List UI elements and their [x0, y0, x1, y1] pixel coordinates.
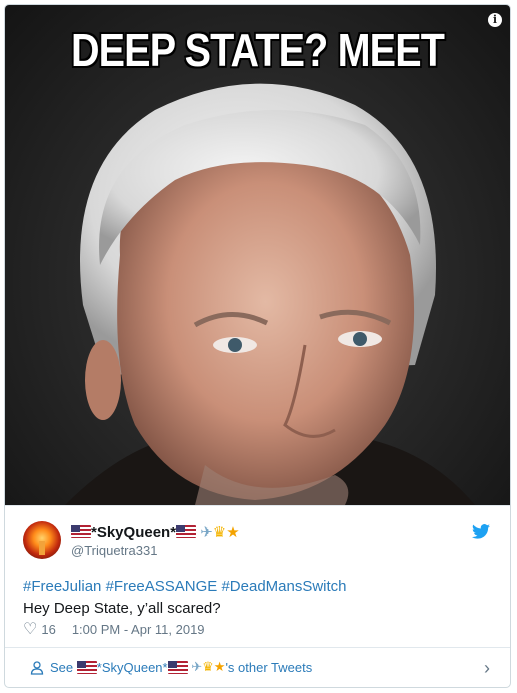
tweet-body: *SkyQueen* ✈♛★ @Triquetra331 #FreeJulian… [5, 505, 510, 646]
user-handle[interactable]: @Triquetra331 [71, 543, 157, 558]
twitter-bird-icon[interactable] [472, 524, 490, 539]
display-name-text: *SkyQueen* [91, 524, 177, 541]
us-flag-icon [71, 525, 91, 538]
portrait-illustration [65, 83, 475, 505]
heart-icon[interactable]: ♡ [23, 621, 37, 637]
crown-icon: ♛ [202, 660, 214, 675]
hashtag-link[interactable]: #FreeASSANGE [106, 578, 218, 595]
us-flag-icon [167, 661, 188, 674]
hashtag-link[interactable]: #DeadMansSwitch [221, 578, 346, 595]
tweet-message: Hey Deep State, y’all scared? [23, 600, 221, 617]
star-icon: ★ [226, 523, 240, 541]
chevron-right-icon[interactable]: › [484, 658, 490, 679]
footer-suffix: 's other Tweets [225, 660, 313, 675]
us-flag-icon [76, 661, 97, 674]
star-icon: ★ [213, 660, 226, 675]
tweet-meta: ♡ 16 1:00 PM - Apr 11, 2019 [23, 621, 205, 637]
footer-name: *SkyQueen* [96, 660, 168, 675]
hashtag-link[interactable]: #FreeJulian [23, 578, 101, 595]
us-flag-icon [176, 525, 197, 538]
like-count[interactable]: 16 [41, 622, 55, 637]
hashtag-line: #FreeJulian #FreeASSANGE #DeadMansSwitch [23, 576, 347, 598]
tweet-text: #FreeJulian #FreeASSANGE #DeadMansSwitch… [23, 576, 347, 620]
airplane-icon: ✈ [191, 660, 203, 675]
info-icon[interactable]: i [488, 13, 502, 27]
tweet-timestamp[interactable]: 1:00 PM - Apr 11, 2019 [72, 622, 205, 637]
crown-icon: ♛ [212, 523, 227, 541]
airplane-icon: ✈ [200, 523, 213, 541]
display-name[interactable]: *SkyQueen* ✈♛★ [71, 523, 240, 541]
avatar[interactable] [23, 521, 61, 559]
person-icon [30, 660, 44, 675]
meme-caption: DEEP STATE? MEET [70, 24, 445, 76]
other-tweets-link[interactable]: See *SkyQueen* ✈ ♛ ★'s other Tweets › [5, 647, 510, 687]
embedded-tweet-card[interactable]: DEEP STATE? MEET i *SkyQueen* ✈♛★ @Triqu… [4, 4, 511, 688]
tweet-media-image[interactable]: DEEP STATE? MEET i [5, 5, 510, 505]
see-label: See [50, 660, 74, 675]
